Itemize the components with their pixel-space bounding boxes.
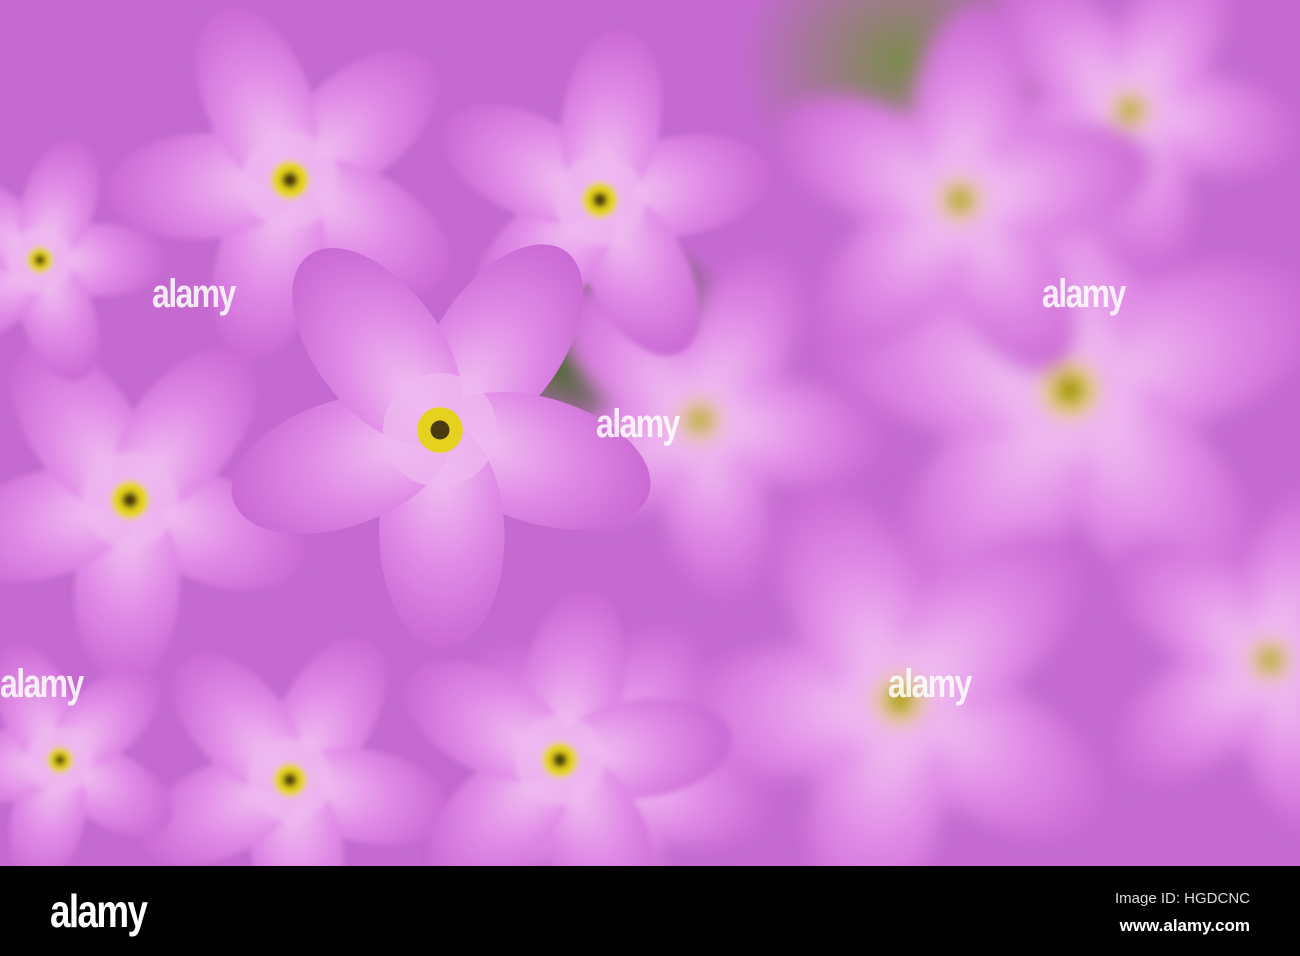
watermark: alamy bbox=[152, 272, 236, 316]
watermark: alamy bbox=[888, 662, 972, 706]
alamy-logo: alamy bbox=[50, 885, 148, 937]
flower-photo: alamy alamy alamy alamy alamy bbox=[0, 0, 1300, 866]
watermark: alamy bbox=[0, 662, 84, 706]
image-id: Image ID: HGDCNC bbox=[1114, 890, 1250, 907]
watermark: alamy bbox=[596, 402, 680, 446]
watermark: alamy bbox=[1042, 272, 1126, 316]
footer-bar: alamy Image ID: HGDCNC www.alamy.com bbox=[0, 866, 1300, 956]
flower bbox=[140, 636, 449, 866]
site-url: www.alamy.com bbox=[1119, 916, 1250, 935]
